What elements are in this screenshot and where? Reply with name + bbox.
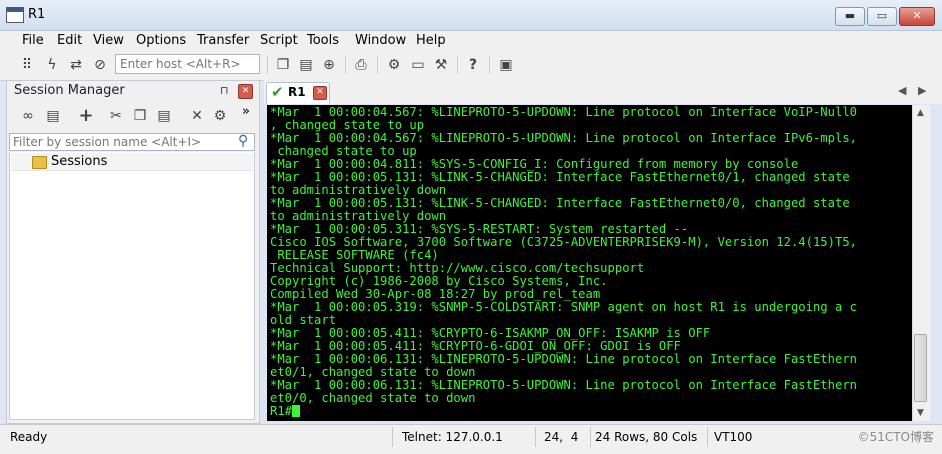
terminal-line: *Mar 1 00:00:05.311: %SYS-5-RESTART: Sys…	[270, 222, 689, 236]
status-connection: Telnet: 127.0.0.1	[402, 430, 503, 444]
session-tree	[9, 152, 255, 420]
terminal-line: RELEASE SOFTWARE (fc4)	[277, 248, 439, 262]
minimize-button[interactable]: ▬	[835, 7, 865, 26]
terminal-line: Cisco IOS Software, 3700 Software (C3725…	[270, 235, 857, 249]
toolbar-separator	[267, 56, 268, 74]
title-bar[interactable]	[0, 0, 942, 31]
status-terminal-size: 24 Rows, 80 Cols	[595, 430, 698, 444]
terminal-line: et0/1, changed state to down	[270, 365, 476, 379]
terminal-line: *Mar 1 00:00:05.319: %SNMP-5-COLDSTART: …	[270, 300, 857, 314]
status-emulation: VT100	[714, 430, 753, 444]
tab-label[interactable]: R1	[288, 85, 306, 99]
pin-icon[interactable]: ⊓	[220, 84, 229, 97]
print-icon[interactable]: ⎙	[352, 56, 370, 74]
check-icon: ✔	[271, 83, 284, 101]
menu-window[interactable]: Window	[355, 33, 406, 48]
add-session-icon[interactable]: +	[77, 107, 95, 125]
session-manager-title: Session Manager	[14, 83, 125, 98]
terminal-line: et0/0, changed state to down	[270, 391, 476, 405]
terminal-prompt: R1#	[270, 404, 293, 418]
status-cursor-position: 24, 4	[544, 430, 579, 444]
sftp-icon[interactable]: ▣	[497, 56, 515, 74]
tab-bar	[264, 80, 942, 104]
folder-icon	[32, 156, 47, 169]
terminal-cursor	[292, 405, 301, 417]
terminal-line: *Mar 1 00:00:06.131: %LINEPROTO-5-UPDOWN…	[270, 378, 857, 392]
terminal-line: *Mar 1 00:00:04.811: %SYS-5-CONFIG_I: Co…	[270, 157, 799, 171]
close-button[interactable]: ✕	[899, 7, 935, 26]
menu-transfer[interactable]: Transfer	[197, 33, 249, 48]
terminal-line: old start	[270, 313, 337, 327]
terminal-line: *Mar 1 00:00:05.411: %CRYPTO-6-GDOI_ON_O…	[270, 339, 681, 353]
delete-icon[interactable]: ✕	[188, 107, 206, 125]
menu-edit[interactable]: Edit	[57, 33, 82, 48]
quick-connect-icon[interactable]: ϟ	[43, 56, 61, 74]
menu-options[interactable]: Options	[136, 33, 186, 48]
status-ready: Ready	[10, 430, 48, 444]
copy-session-icon[interactable]: ❐	[131, 107, 149, 125]
toolbar-separator	[377, 56, 378, 74]
scroll-up-icon[interactable]: ▲	[912, 105, 929, 121]
status-separator	[392, 427, 393, 447]
toolbar-separator	[457, 56, 458, 74]
tree-item-sessions[interactable]	[11, 153, 253, 171]
terminal-screen[interactable]: *Mar 1 00:00:04.567: %LINEPROTO-5-UPDOWN…	[267, 105, 912, 421]
terminal-line: Copyright (c) 1986-2008 by Cisco Systems…	[270, 274, 608, 288]
terminal-line: *Mar 1 00:00:04.567: %LINEPROTO-5-UPDOWN…	[270, 105, 857, 119]
tools-icon[interactable]: ⚒	[432, 56, 450, 74]
find-icon[interactable]: ⊕	[320, 56, 338, 74]
settings-icon[interactable]: ⚙	[385, 56, 403, 74]
scroll-thumb[interactable]	[914, 334, 927, 402]
terminal-line: *Mar 1 00:00:05.131: %LINK-5-CHANGED: In…	[270, 170, 850, 184]
scroll-down-icon[interactable]: ▼	[912, 405, 929, 421]
keymap-icon[interactable]: ▭	[409, 56, 427, 74]
app-icon	[6, 7, 24, 23]
terminal-line: , changed state to up	[270, 118, 425, 132]
status-separator	[590, 427, 591, 447]
copy-icon[interactable]: ❐	[274, 56, 292, 74]
menu-help[interactable]: Help	[416, 33, 446, 48]
menu-view[interactable]: View	[93, 33, 124, 48]
terminal-line: *Mar 1 00:00:06.131: %LINEPROTO-5-UPDOWN…	[270, 352, 857, 366]
help-icon[interactable]: ?	[464, 56, 482, 74]
maximize-button[interactable]: ▭	[867, 7, 897, 26]
terminal-line: changed state to up	[277, 144, 417, 158]
cut-icon[interactable]: ✂	[107, 107, 125, 125]
link-icon[interactable]: ∞	[19, 107, 37, 125]
menu-tools[interactable]: Tools	[307, 33, 339, 48]
session-options-icon[interactable]: ⚙	[211, 107, 229, 125]
menu-script[interactable]: Script	[260, 33, 298, 48]
terminal-line: to administratively down	[270, 209, 447, 223]
status-separator	[535, 427, 536, 447]
toolbar-separator	[489, 56, 490, 74]
paste-session-icon[interactable]: ▤	[155, 107, 173, 125]
filter-input[interactable]	[9, 133, 255, 151]
terminal-line: *Mar 1 00:00:04.567: %LINEPROTO-5-UPDOWN…	[270, 131, 857, 145]
terminal-line: Technical Support: http://www.cisco.com/…	[270, 261, 645, 275]
more-tools-icon[interactable]: »	[242, 104, 250, 119]
window-title: R1	[28, 7, 46, 22]
terminal-line: *Mar 1 00:00:05.411: %CRYPTO-6-ISAKMP_ON…	[270, 326, 711, 340]
terminal-output: *Mar 1 00:00:04.567: %LINEPROTO-5-UPDOWN…	[270, 106, 857, 418]
host-input[interactable]	[115, 54, 260, 74]
status-separator	[707, 427, 708, 447]
paste-icon[interactable]: ▤	[297, 56, 315, 74]
tab-scroll-right-icon[interactable]: ▶	[918, 84, 926, 97]
tab-scroll-left-icon[interactable]: ◀	[898, 84, 906, 97]
search-icon[interactable]: ⚲	[238, 133, 248, 149]
menu-file[interactable]: File	[22, 33, 44, 48]
reconnect-icon[interactable]: ⇄	[67, 56, 85, 74]
tab-close-icon[interactable]: ✕	[313, 86, 327, 100]
terminal-line: *Mar 1 00:00:05.131: %LINK-5-CHANGED: In…	[270, 196, 850, 210]
terminal-line: Compiled Wed 30-Apr-08 18:27 by prod_rel…	[270, 287, 601, 301]
connect-icon[interactable]: ⠿	[18, 56, 36, 74]
disconnect-icon[interactable]: ⊘	[91, 56, 109, 74]
close-panel-icon[interactable]: ✕	[238, 84, 253, 99]
terminal-line: to administratively down	[270, 183, 447, 197]
toolbar-separator	[345, 56, 346, 74]
session-properties-icon[interactable]: ▤	[44, 107, 62, 125]
tree-item-label[interactable]: Sessions	[51, 154, 107, 169]
watermark: ©51CTO博客	[857, 430, 934, 444]
